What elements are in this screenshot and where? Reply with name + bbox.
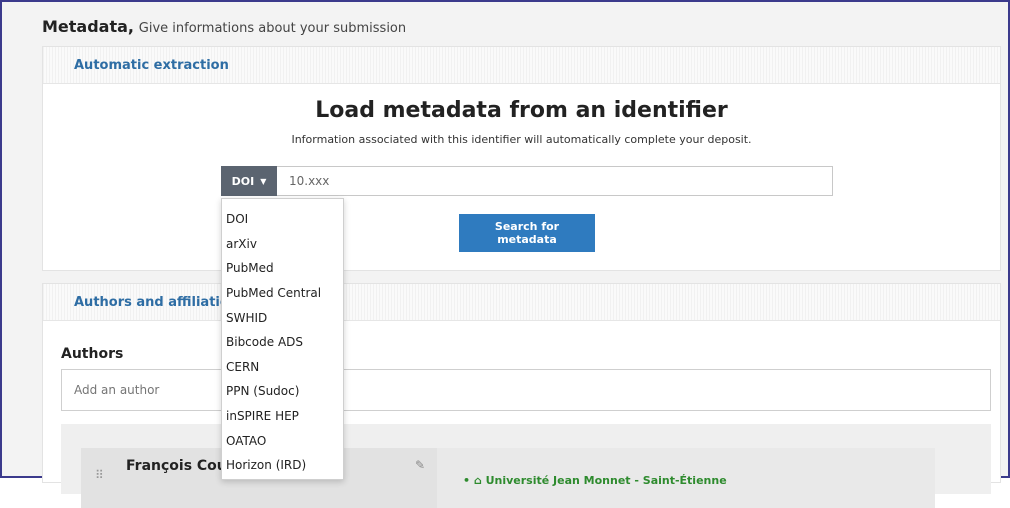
identifier-input-group: DOI ▼ (221, 166, 833, 196)
automatic-extraction-header[interactable]: Automatic extraction (43, 47, 1000, 84)
dropdown-item-pubmed[interactable]: PubMed (222, 256, 343, 281)
dropdown-item-pubmed-central[interactable]: PubMed Central (222, 281, 343, 306)
dropdown-item-horizon-ird[interactable]: Horizon (IRD) (222, 453, 343, 478)
authors-affiliations-card: Authors and affiliatio Authors ⠿ Françoi… (42, 283, 1001, 508)
authors-affiliations-header[interactable]: Authors and affiliatio (43, 284, 1000, 321)
dropdown-item-bibcode-ads[interactable]: Bibcode ADS (222, 330, 343, 355)
drag-handle-icon[interactable]: ⠿ (95, 468, 104, 482)
add-author-input[interactable] (61, 369, 991, 411)
search-metadata-button[interactable]: Search for metadata (459, 214, 595, 252)
pencil-icon[interactable]: ✎ (415, 458, 425, 472)
affiliation-card: • ⌂ Université Jean Monnet - Saint-Étien… (437, 448, 935, 508)
author-list-panel: ⠿ François Cou ✎ • ⌂ Université Jean Mon… (61, 424, 991, 508)
identifier-type-dropdown-menu: DOI arXiv PubMed PubMed Central SWHID Bi… (221, 198, 344, 480)
identifier-input[interactable] (277, 166, 833, 196)
dropdown-item-cern[interactable]: CERN (222, 355, 343, 380)
load-metadata-description: Information associated with this identif… (291, 133, 752, 146)
authors-label: Authors (61, 346, 124, 362)
page-subtitle: Give informations about your submission (138, 21, 407, 36)
automatic-extraction-card: Automatic extraction Load metadata from … (42, 46, 1001, 271)
dropdown-item-ppn-sudoc[interactable]: PPN (Sudoc) (222, 379, 343, 404)
affiliation-link[interactable]: • ⌂ Université Jean Monnet - Saint-Étien… (463, 474, 727, 487)
load-metadata-heading: Load metadata from an identifier (315, 98, 728, 123)
author-name: François Cou (126, 458, 227, 474)
dropdown-item-doi[interactable]: DOI (222, 207, 343, 232)
caret-down-icon: ▼ (260, 176, 267, 186)
page-title-main: Metadata, (42, 17, 134, 36)
dropdown-item-swhid[interactable]: SWHID (222, 305, 343, 330)
dropdown-item-inspire-hep[interactable]: inSPIRE HEP (222, 404, 343, 429)
dropdown-item-arxiv[interactable]: arXiv (222, 232, 343, 257)
page-title: Metadata, Give informations about your s… (42, 17, 406, 36)
identifier-type-dropdown-button[interactable]: DOI ▼ (221, 166, 277, 196)
page-frame: Metadata, Give informations about your s… (0, 0, 1010, 508)
dropdown-item-oatao[interactable]: OATAO (222, 428, 343, 453)
identifier-type-label: DOI (231, 174, 255, 188)
